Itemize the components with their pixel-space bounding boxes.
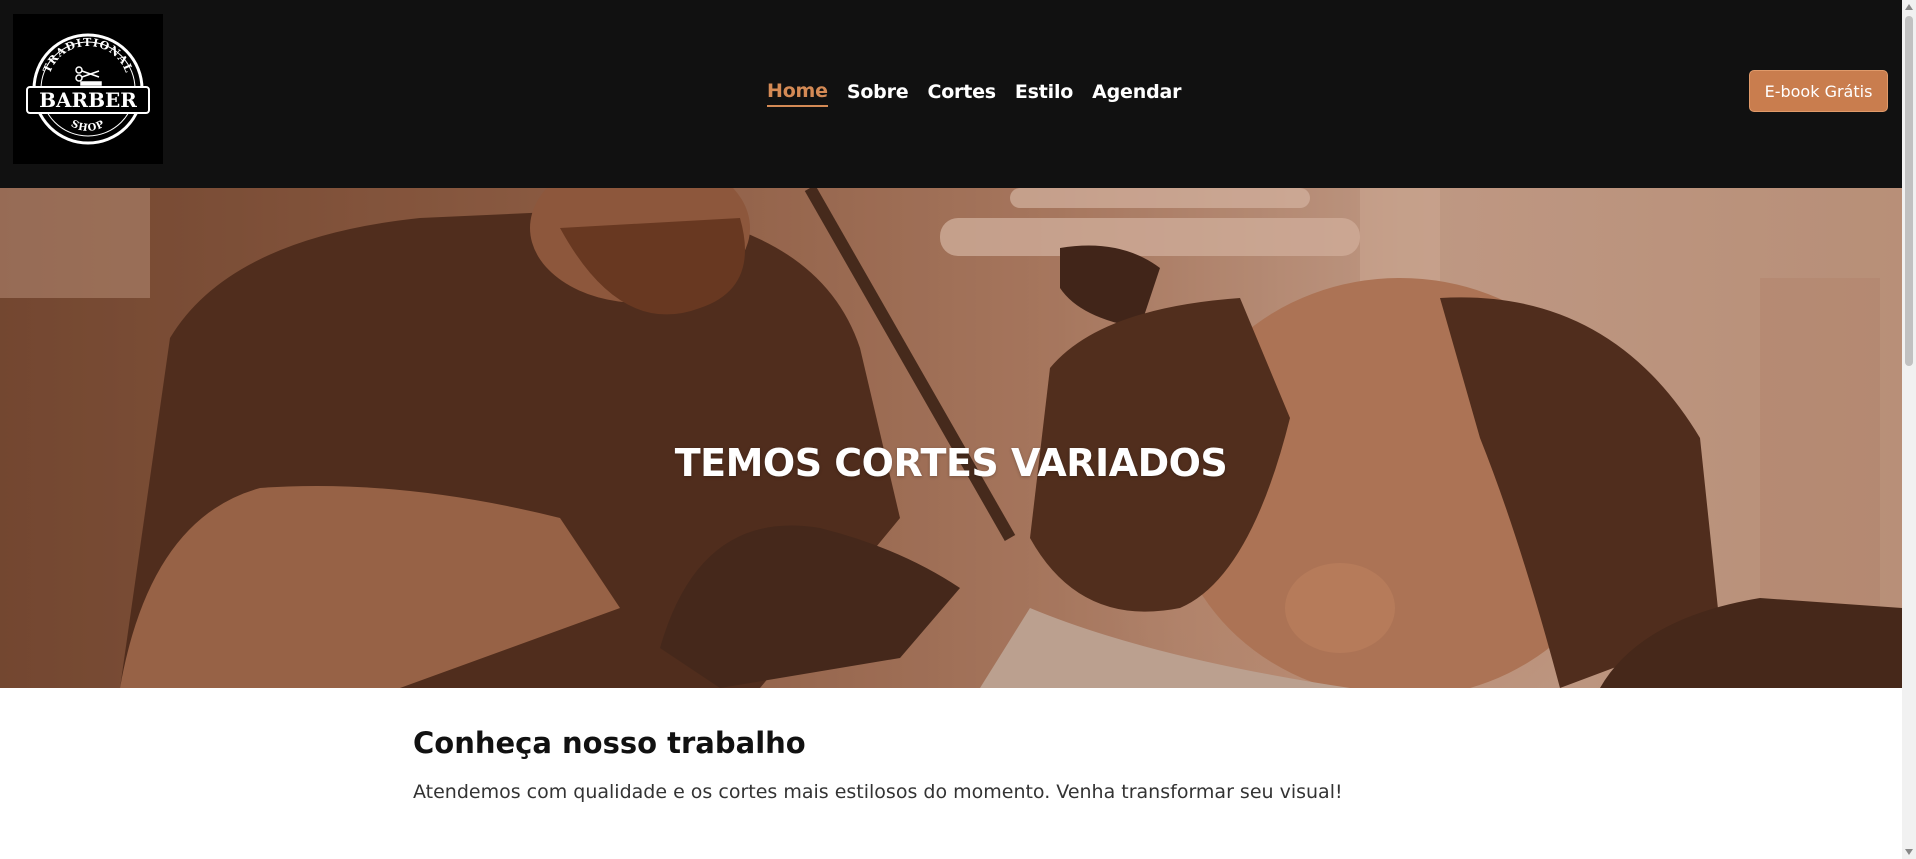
scroll-up-icon[interactable]: [1905, 4, 1913, 10]
nav-cortes-link[interactable]: Cortes: [927, 81, 996, 106]
page-scrollbar[interactable]: [1902, 0, 1916, 859]
svg-text:BARBER: BARBER: [39, 88, 137, 112]
section-description: Atendemos com qualidade e os cortes mais…: [413, 781, 1343, 803]
scroll-down-icon[interactable]: [1905, 849, 1913, 855]
nav-agendar-link[interactable]: Agendar: [1092, 81, 1181, 106]
site-header: TRADITIONAL BARBER SHOP Home Sobre Corte…: [0, 0, 1902, 188]
ebook-button[interactable]: E-book Grátis: [1749, 70, 1888, 112]
hero-title: TEMOS CORTES VARIADOS: [674, 441, 1228, 486]
svg-text:SHOP: SHOP: [69, 119, 107, 135]
hero-banner: TEMOS CORTES VARIADOS: [0, 188, 1902, 688]
logo-emblem-icon: TRADITIONAL BARBER SHOP: [26, 33, 150, 145]
nav-estilo-link[interactable]: Estilo: [1015, 81, 1073, 106]
main-nav: Home Sobre Cortes Estilo Agendar: [767, 78, 1181, 108]
section-title: Conheça nosso trabalho: [413, 726, 806, 760]
nav-sobre-link[interactable]: Sobre: [847, 81, 909, 106]
scrollbar-thumb[interactable]: [1905, 16, 1913, 366]
barber-shop-logo[interactable]: TRADITIONAL BARBER SHOP: [13, 14, 163, 164]
nav-home-link[interactable]: Home: [767, 80, 828, 107]
svg-text:TRADITIONAL: TRADITIONAL: [41, 36, 136, 75]
